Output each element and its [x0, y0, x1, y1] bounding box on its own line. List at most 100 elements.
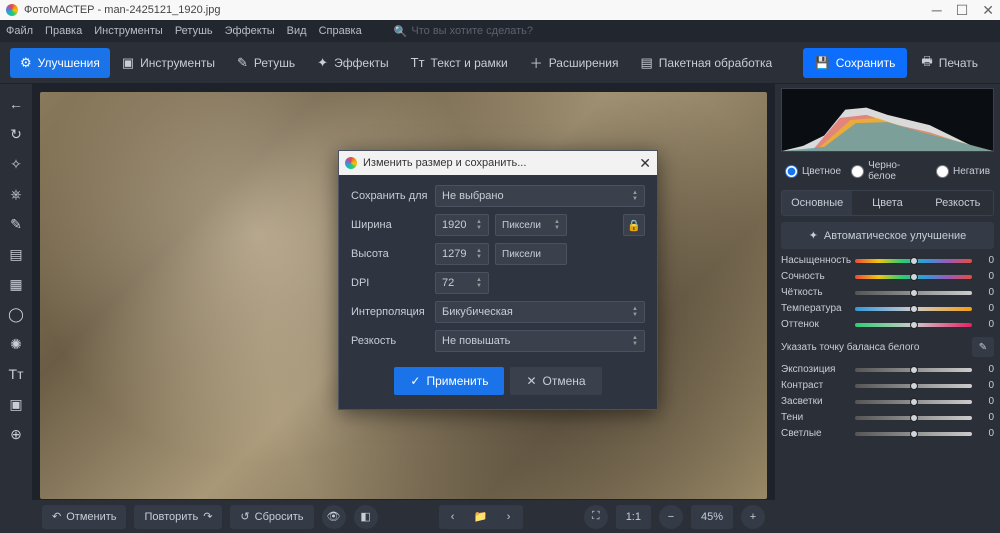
tab-sharp[interactable]: Резкость [923, 191, 993, 215]
menu-view[interactable]: Вид [287, 25, 307, 37]
color-mode-row: Цветное Черно-белое Негатив [781, 158, 994, 184]
heal-tool[interactable]: ✧ [6, 154, 26, 174]
tab-text-label: Текст и рамки [431, 56, 508, 70]
menu-tools[interactable]: Инструменты [94, 25, 163, 37]
gradient-tool[interactable]: ▤ [6, 244, 26, 264]
save-button[interactable]: 💾Сохранить [803, 48, 908, 78]
eyedropper-button[interactable]: ✎ [972, 337, 994, 357]
right-panel: Цветное Черно-белое Негатив Основные Цве… [775, 84, 1000, 533]
tab-batch-label: Пакетная обработка [659, 56, 772, 70]
menu-edit[interactable]: Правка [45, 25, 82, 37]
zoom-value[interactable]: 45% [691, 505, 733, 529]
auto-label: Автоматическое улучшение [824, 230, 966, 242]
tab-basic[interactable]: Основные [782, 191, 852, 215]
dialog-logo-icon [345, 157, 357, 169]
slider-highlights[interactable]: Засветки0 [781, 396, 994, 407]
window-minimize-button[interactable]: ─ [932, 2, 942, 19]
app-logo-icon [6, 4, 18, 16]
dsharp-label: Резкость [351, 335, 429, 347]
dsharp-select[interactable]: Не повышать▲▼ [435, 330, 645, 352]
stamp-tool[interactable]: ⎈ [6, 184, 26, 204]
slider-temperature[interactable]: Температура0 [781, 303, 994, 314]
rotate-tool[interactable]: ↻ [6, 124, 26, 144]
slider-exposure[interactable]: Экспозиция0 [781, 364, 994, 375]
crop-icon: ▣ [122, 55, 134, 71]
menu-help[interactable]: Справка [319, 25, 362, 37]
tab-batch[interactable]: ▤ Пакетная обработка [630, 48, 782, 78]
scale-11-button[interactable]: 1:1 [616, 505, 651, 529]
tab-effects[interactable]: ✦Эффекты [307, 48, 398, 78]
width-unit-select[interactable]: Пиксели▲▼ [495, 214, 567, 236]
menu-effects[interactable]: Эффекты [225, 25, 275, 37]
tab-extensions-label: Расширения [549, 56, 619, 70]
paint-tool[interactable]: ✎ [6, 214, 26, 234]
apply-button[interactable]: ✓Применить [394, 367, 504, 395]
wb-label: Указать точку баланса белого [781, 342, 919, 353]
star-tool[interactable]: ✺ [6, 334, 26, 354]
cancel-button[interactable]: ✕Отмена [510, 367, 601, 395]
slider-clarity[interactable]: Чёткость0 [781, 287, 994, 298]
target-tool[interactable]: ⊕ [6, 424, 26, 444]
tab-text[interactable]: TᴛТекст и рамки [401, 48, 518, 78]
menu-file[interactable]: Файл [6, 25, 33, 37]
window-maximize-button[interactable]: ☐ [956, 2, 969, 19]
left-tool-strip: ← ↻ ✧ ⎈ ✎ ▤ ▦ ◯ ✺ Tᴛ ▣ ⊕ [0, 84, 32, 533]
height-input[interactable]: 1279▲▼ [435, 243, 489, 265]
slider-vibrance[interactable]: Сочность0 [781, 271, 994, 282]
reset-button[interactable]: ↺ Сбросить [230, 505, 313, 529]
print-button[interactable]: 🖶 Печать [909, 48, 990, 78]
tab-tools[interactable]: ▣Инструменты [112, 48, 225, 78]
adjust-tabs: Основные Цвета Резкость [781, 190, 994, 216]
dpi-input[interactable]: 72▲▼ [435, 272, 489, 294]
print-icon: 🖶 [921, 52, 932, 73]
zoom-out-button[interactable]: − [659, 505, 683, 529]
dialog-titlebar[interactable]: Изменить размер и сохранить... ✕ [339, 151, 657, 175]
prev-image-button[interactable]: ‹ [441, 507, 465, 527]
tab-effects-label: Эффекты [334, 56, 389, 70]
wand-icon: ✦ [809, 229, 818, 242]
noise-tool[interactable]: ▦ [6, 274, 26, 294]
redo-button[interactable]: Повторить ↷ [134, 505, 222, 529]
slider-shadows[interactable]: Тени0 [781, 412, 994, 423]
tab-extensions[interactable]: ＋Расширения [520, 48, 629, 78]
stack-icon: ▤ [640, 55, 652, 71]
print-label: Печать [939, 56, 978, 70]
auto-enhance-button[interactable]: ✦ Автоматическое улучшение [781, 222, 994, 249]
tab-colors[interactable]: Цвета [852, 191, 922, 215]
slider-saturation[interactable]: Насыщенность0 [781, 255, 994, 266]
text-tool[interactable]: Tᴛ [6, 364, 26, 384]
reset-label: Сбросить [255, 511, 304, 523]
fit-button[interactable]: ⛶ [584, 505, 608, 529]
next-image-button[interactable]: › [497, 507, 521, 527]
window-title: ФотоМАСТЕР - man-2425121_1920.jpg [24, 4, 221, 16]
tab-enhance-label: Улучшения [38, 56, 100, 70]
save-icon: 💾 [815, 56, 830, 70]
nav-group: ‹ 📁 › [439, 505, 523, 529]
aspect-lock-button[interactable]: 🔒 [623, 214, 645, 236]
interp-select[interactable]: Бикубическая▲▼ [435, 301, 645, 323]
width-input[interactable]: 1920▲▼ [435, 214, 489, 236]
tab-enhance[interactable]: ⚙Улучшения [10, 48, 110, 78]
window-close-button[interactable]: ✕ [982, 2, 994, 19]
mode-negative[interactable]: Негатив [936, 165, 990, 178]
crop-tool[interactable]: ▣ [6, 394, 26, 414]
compare-button[interactable]: ◧ [354, 505, 378, 529]
mode-bw[interactable]: Черно-белое [851, 160, 926, 182]
browse-button[interactable]: 📁 [469, 507, 493, 527]
back-button[interactable]: ← [6, 94, 26, 114]
menu-retouch[interactable]: Ретушь [175, 25, 213, 37]
preview-button[interactable]: 👁 [322, 505, 346, 529]
tab-retouch[interactable]: ✎Ретушь [227, 48, 305, 78]
dialog-close-button[interactable]: ✕ [639, 155, 651, 172]
zoom-in-button[interactable]: + [741, 505, 765, 529]
mode-color[interactable]: Цветное [785, 165, 841, 178]
savefor-select[interactable]: Не выбрано▲▼ [435, 185, 645, 207]
undo-button[interactable]: ↶ Отменить [42, 505, 126, 529]
tab-retouch-label: Ретушь [254, 56, 295, 70]
help-search[interactable]: 🔍 Что вы хотите сделать? [394, 25, 533, 38]
slider-whites[interactable]: Светлые0 [781, 428, 994, 439]
menubar: Файл Правка Инструменты Ретушь Эффекты В… [0, 20, 1000, 42]
slider-tint[interactable]: Оттенок0 [781, 319, 994, 330]
slider-contrast[interactable]: Контраст0 [781, 380, 994, 391]
vignette-tool[interactable]: ◯ [6, 304, 26, 324]
